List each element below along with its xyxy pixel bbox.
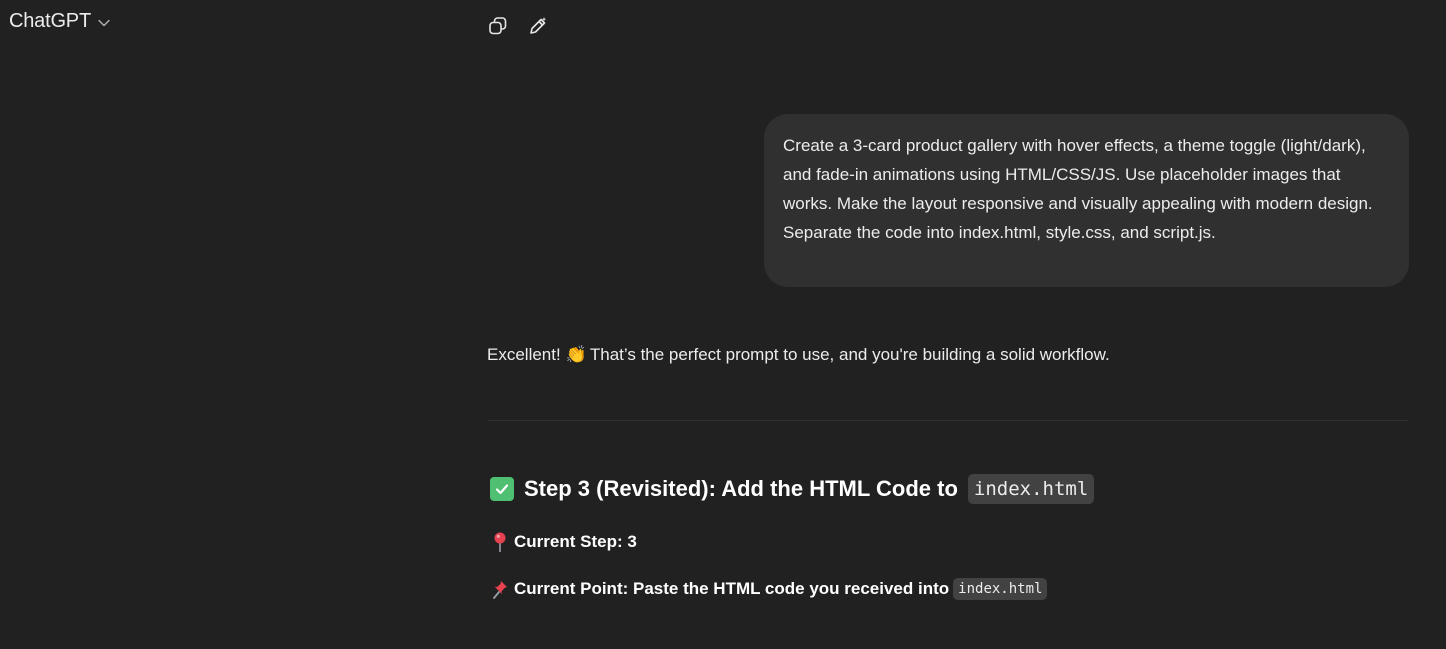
pushpin-icon xyxy=(490,578,510,600)
inline-code: index.html xyxy=(953,578,1048,600)
inline-code: index.html xyxy=(967,474,1095,504)
intro-text: That’s the perfect prompt to use, and yo… xyxy=(585,345,1110,364)
current-point-line: Current Point: Paste the HTML code you r… xyxy=(490,578,1048,600)
edit-pencil-icon[interactable] xyxy=(526,14,550,38)
current-step-label: Current Step: 3 xyxy=(514,532,637,551)
assistant-intro: Excellent! 👏 That’s the perfect prompt t… xyxy=(487,340,1408,370)
divider xyxy=(487,420,1408,421)
assistant-message: Excellent! 👏 That’s the perfect prompt t… xyxy=(487,340,1408,370)
current-point-label: Current Point: Paste the HTML code you r… xyxy=(514,579,950,598)
top-toolbar xyxy=(486,14,550,38)
step-heading: Step 3 (Revisited): Add the HTML Code to… xyxy=(490,474,1095,504)
step-heading-text: Step 3 (Revisited): Add the HTML Code to xyxy=(524,476,958,501)
user-message-bubble: Create a 3-card product gallery with hov… xyxy=(764,114,1409,287)
model-picker[interactable]: ChatGPT xyxy=(9,10,111,33)
user-message-paragraph: Separate the code into index.html, style… xyxy=(783,223,1216,242)
intro-text: Excellent! xyxy=(487,345,566,364)
chat-window: ChatGPT Create a 3-card product gallery … xyxy=(0,0,1446,649)
model-name: ChatGPT xyxy=(9,10,91,32)
chevron-down-icon xyxy=(97,16,111,30)
current-step-line: Current Step: 3 xyxy=(490,531,637,553)
copy-icon[interactable] xyxy=(486,14,510,38)
check-mark-icon xyxy=(490,477,514,501)
user-message-paragraph: Create a 3-card product gallery with hov… xyxy=(783,136,1373,213)
clapping-hands-icon: 👏 xyxy=(565,345,587,364)
round-pushpin-icon xyxy=(490,531,510,553)
